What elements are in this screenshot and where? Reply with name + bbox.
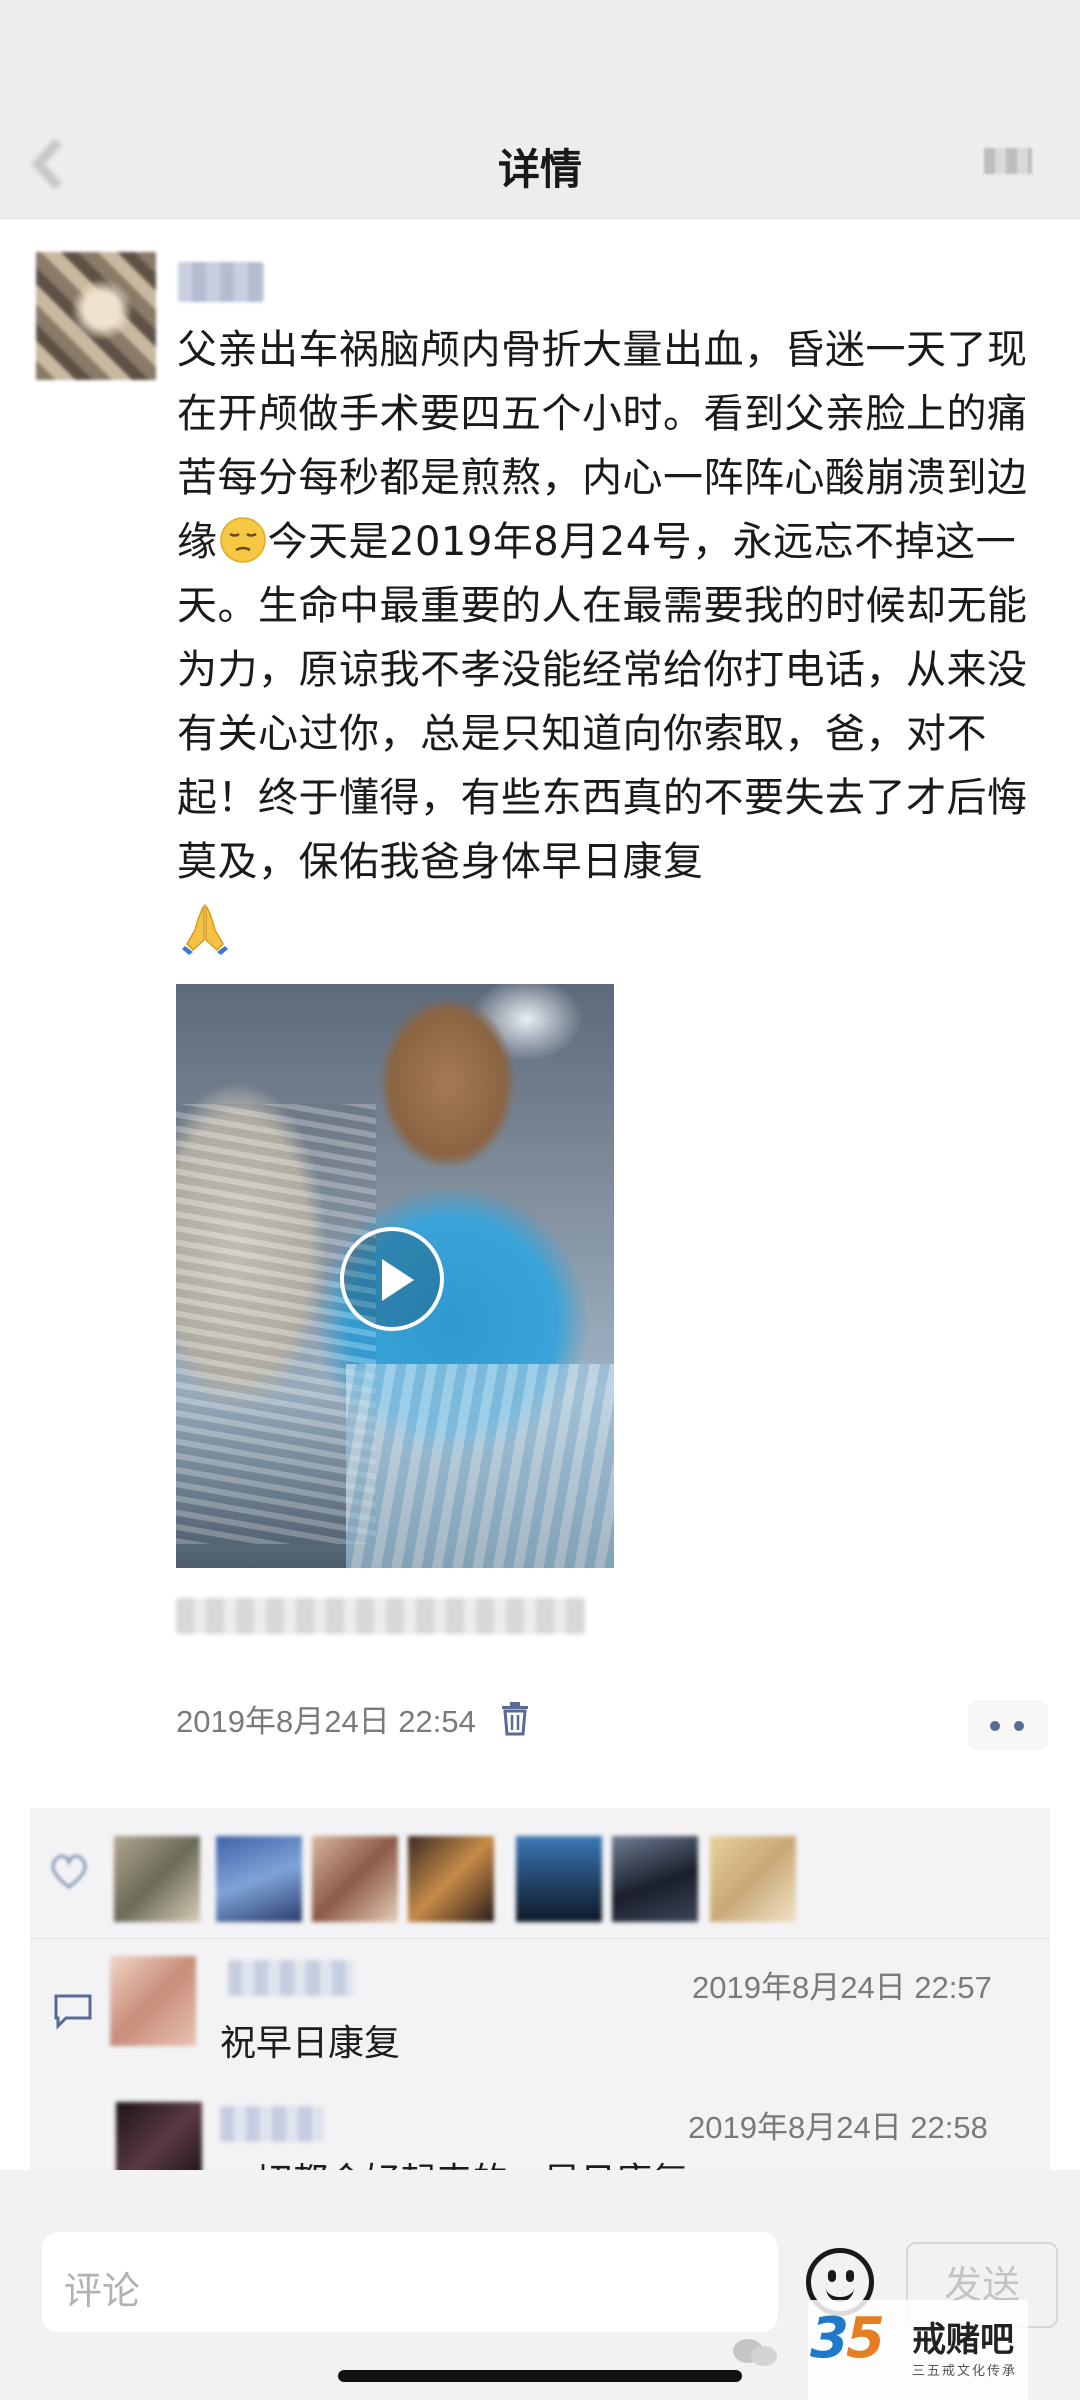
more-menu-icon[interactable]	[984, 148, 1032, 174]
commenter-avatar[interactable]	[110, 1956, 196, 2046]
dot-icon	[1014, 1721, 1024, 1731]
trash-icon[interactable]	[500, 1702, 530, 1736]
pensive-face-icon	[218, 515, 268, 565]
comment-text: 祝早日康复	[220, 2023, 401, 2064]
wechat-logo-icon	[732, 2338, 778, 2368]
watermark-number: 35	[810, 2306, 885, 2371]
comment-input[interactable]: 评论	[42, 2232, 778, 2332]
like-avatar[interactable]	[312, 1836, 398, 1922]
page-title: 详情	[497, 145, 582, 194]
like-avatar[interactable]	[114, 1836, 200, 1922]
commenter-name[interactable]	[228, 1960, 354, 1996]
commenter-name[interactable]	[220, 2106, 324, 2142]
post-text: 父亲出车祸脑颅内骨折大量出血，昏迷一天了现在开颅做手术要四五个小时。看到父亲脸上…	[177, 318, 1037, 894]
like-avatar[interactable]	[516, 1836, 602, 1922]
nav-bar: 详情	[0, 110, 1080, 219]
like-avatar[interactable]	[612, 1836, 698, 1922]
like-avatar[interactable]	[216, 1836, 302, 1922]
comment-timestamp: 2019年8月24日 22:58	[688, 2110, 988, 2145]
post-timestamp: 2019年8月24日 22:54	[176, 1704, 476, 1739]
poster-name[interactable]	[178, 262, 264, 302]
folded-hands-icon	[177, 900, 233, 956]
thumbnail-detail	[346, 1364, 614, 1568]
watermark-title: 戒赌吧	[912, 2320, 1014, 2360]
status-bar	[0, 0, 1080, 110]
watermark-logo: 35 戒赌吧 三五戒文化传承	[808, 2300, 1028, 2400]
like-avatar[interactable]	[710, 1836, 796, 1922]
interaction-panel: 2019年8月24日 22:57 祝早日康复 2019年8月24日 22:58 …	[30, 1808, 1050, 2202]
poster-avatar[interactable]	[36, 252, 156, 380]
heart-icon	[48, 1852, 90, 1890]
video-source-link[interactable]	[176, 1598, 586, 1634]
likes-row	[30, 1808, 1050, 1939]
home-indicator[interactable]	[338, 2370, 742, 2382]
play-icon[interactable]	[340, 1227, 444, 1331]
comment-input-placeholder: 评论	[64, 2269, 141, 2313]
comment-bubble-icon	[52, 1992, 94, 2030]
like-avatar[interactable]	[408, 1836, 494, 1922]
more-actions-button[interactable]	[968, 1700, 1048, 1750]
watermark-subtitle: 三五戒文化传承	[912, 2364, 1018, 2379]
post-text-part2: 今天是2019年8月24号，永远忘不掉这一天。生命中最重要的人在最需要我的时候却…	[177, 519, 1028, 885]
dot-icon	[990, 1721, 1000, 1731]
comment-timestamp: 2019年8月24日 22:57	[692, 1970, 992, 2005]
